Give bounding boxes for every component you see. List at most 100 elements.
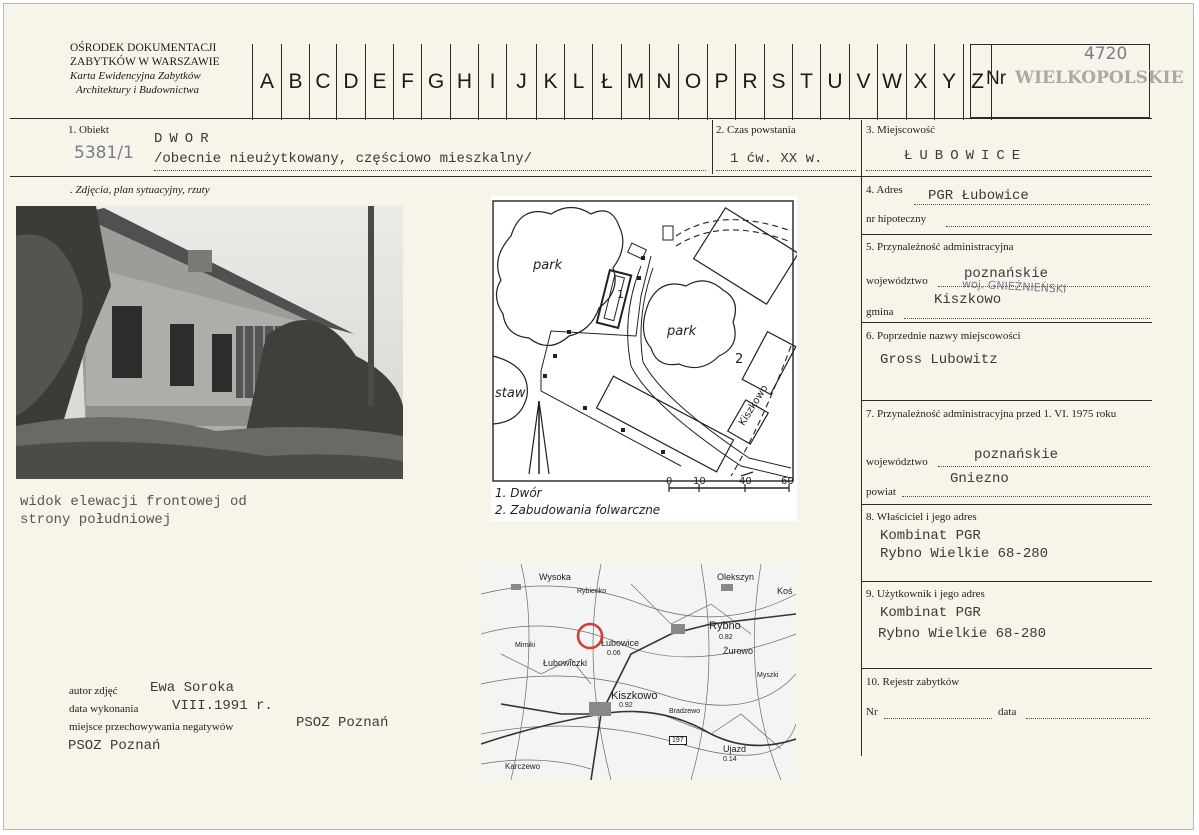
plan-label-2: 2 xyxy=(735,352,744,367)
letter-index-14: N xyxy=(649,44,678,120)
poprzednie-label: 6. Poprzednie nazwy miejscowości xyxy=(866,330,1021,342)
letter-index-2: C xyxy=(309,44,336,120)
map-labels: Wysoka Rybienko Olekszyn Koś Łubowice Ry… xyxy=(481,564,796,780)
institution-line-3: Karta Ewidencyjna Zabytków xyxy=(70,70,201,82)
map-label-road-197: 197 xyxy=(669,736,687,745)
plan-label-staw: staw xyxy=(495,386,526,401)
letter-index-0: A xyxy=(252,44,281,120)
rule-6 xyxy=(862,400,1152,401)
map-label-elev-2: 0.82 xyxy=(719,634,733,641)
data-wykonania-value: VIII.1991 r. xyxy=(172,698,273,714)
plan-scale-60: 60 xyxy=(781,476,794,487)
letter-index-17: R xyxy=(735,44,764,120)
map-label-olekszyn: Olekszyn xyxy=(717,572,755,582)
map-label-kos: Koś xyxy=(777,586,793,596)
letter-index-12: Ł xyxy=(592,44,621,120)
adres-label: 4. Adres xyxy=(866,184,903,196)
nr-handwritten: 4720 xyxy=(1084,44,1128,64)
photos-label: . Zdjęcia, plan sytuacyjny, rzuty xyxy=(70,184,210,196)
map-label-elev-4: 0.14 xyxy=(723,756,737,763)
obiekt-label: 1. Obiekt xyxy=(68,124,109,136)
rejestr-nr-label: Nr xyxy=(866,706,878,718)
uzytkownik-label: 9. Użytkownik i jego adres xyxy=(866,588,985,600)
gmina-label: gmina xyxy=(866,306,894,318)
plan-scale-10: 10 xyxy=(693,476,706,487)
house-photo-image xyxy=(16,206,403,479)
site-plan: park park staw 1 2 Kiszkowo 1. Dwór 2. Z… xyxy=(491,196,800,521)
institution-block: OŚRODEK DOKUMENTACJI ZABYTKÓW W WARSZAWI… xyxy=(70,41,220,97)
rule-5 xyxy=(862,322,1152,323)
woj1975-value: poznańskie xyxy=(974,447,1059,463)
plan-scale-40: 40 xyxy=(739,476,752,487)
map-label-ujazd: Ujazd xyxy=(723,744,747,754)
building-photo xyxy=(16,206,403,479)
letter-index-6: G xyxy=(421,44,450,120)
hipoteczny-label: nr hipoteczny xyxy=(866,213,927,225)
photo-caption-line-1: widok elewacji frontowej od xyxy=(20,494,247,510)
letter-index-5: F xyxy=(393,44,421,120)
inventory-card: OŚRODEK DOKUMENTACJI ZABYTKÓW W WARSZAWI… xyxy=(3,3,1194,830)
gmina-value: Kiszkowo xyxy=(934,292,1002,308)
letter-index-20: U xyxy=(820,44,849,120)
map-label-zurowo: Żurowo xyxy=(723,646,754,656)
rule-9 xyxy=(862,668,1152,669)
header-rule xyxy=(10,118,1152,119)
woj1975-dotline xyxy=(938,466,1150,467)
letter-index-9: J xyxy=(506,44,536,120)
miejsce-value: PSOZ Poznań xyxy=(296,715,389,731)
plan-legend-2: 2. Zabudowania folwarczne xyxy=(495,503,661,517)
map-label-mirniki: Mirniki xyxy=(515,642,536,649)
map-label-elev-1: 0.06 xyxy=(607,650,621,657)
uzytkownik-line-2: Rybno Wielkie 68-280 xyxy=(878,626,1047,642)
rejestr-label: 10. Rejestr zabytków xyxy=(866,676,960,688)
adres-value: PGR Łubowice xyxy=(928,188,1029,204)
data-wykonania-label: data wykonania xyxy=(69,703,139,715)
letter-index-23: X xyxy=(906,44,934,120)
rejestr-data-label: data xyxy=(998,706,1017,718)
map-label-myszki: Myszki xyxy=(757,672,779,679)
letter-index-8: I xyxy=(478,44,506,120)
miejscowosc-value: ŁUBOWICE xyxy=(904,148,1028,164)
plan-label-park-2: park xyxy=(667,324,697,339)
map-label-wysoka: Wysoka xyxy=(539,572,571,582)
location-map: Wysoka Rybienko Olekszyn Koś Łubowice Ry… xyxy=(481,564,796,780)
obiekt-dotline xyxy=(154,170,706,171)
powiat-value: Gniezno xyxy=(950,471,1009,487)
site-plan-drawing xyxy=(492,200,800,492)
adres-dotline xyxy=(914,204,1150,205)
czas-label: 2. Czas powstania xyxy=(716,124,796,136)
letter-index: ABCDEFGHIJKLŁMNOPRSTUVWXYZ xyxy=(252,44,992,120)
letter-index-1: B xyxy=(281,44,309,120)
obiekt-handwritten: 5381/1 xyxy=(74,143,134,163)
letter-index-7: H xyxy=(450,44,478,120)
rule-4 xyxy=(862,234,1152,235)
letter-index-11: L xyxy=(564,44,592,120)
obiekt-description: /obecnie nieużytkowany, częściowo mieszk… xyxy=(154,151,533,167)
map-label-kiszkowo: Kiszkowo xyxy=(611,690,658,702)
miejscowosc-label: 3. Miejscowość xyxy=(866,124,936,136)
letter-index-15: O xyxy=(678,44,707,120)
letter-index-22: W xyxy=(877,44,906,120)
hipoteczny-dotline xyxy=(946,226,1150,227)
wlasciciel-label: 8. Właściciel i jego adres xyxy=(866,511,977,523)
uzytkownik-line-1: Kombinat PGR xyxy=(880,605,981,621)
wlasciciel-line-1: Kombinat PGR xyxy=(880,528,981,544)
photo-caption-line-2: strony południowej xyxy=(20,512,172,528)
plan-legend-1: 1. Dwór xyxy=(495,486,542,500)
plan-label-park-1: park xyxy=(533,258,563,273)
woj1975-label: województwo xyxy=(866,456,928,468)
wojewodztwo-dotline xyxy=(938,286,1150,287)
wojewodztwo-label: województwo xyxy=(866,275,928,287)
powiat-dotline xyxy=(902,496,1150,497)
row1-rule xyxy=(10,176,1152,177)
rejestr-nr-dotline xyxy=(884,718,992,719)
letter-index-21: V xyxy=(849,44,877,120)
poprzednie-value: Gross Lubowitz xyxy=(880,352,998,368)
map-label-elev-3: 0.92 xyxy=(619,702,633,709)
autor-label: autor zdjęć xyxy=(69,685,118,697)
miejscowosc-dotline xyxy=(866,170,1150,171)
map-label-karczewo: Karczewo xyxy=(505,762,541,771)
letter-index-18: S xyxy=(764,44,792,120)
institution-line-2: ZABYTKÓW W WARSZAWIE xyxy=(70,56,220,68)
przyn1975-label: 7. Przynależność administracyjna przed 1… xyxy=(866,408,1117,420)
